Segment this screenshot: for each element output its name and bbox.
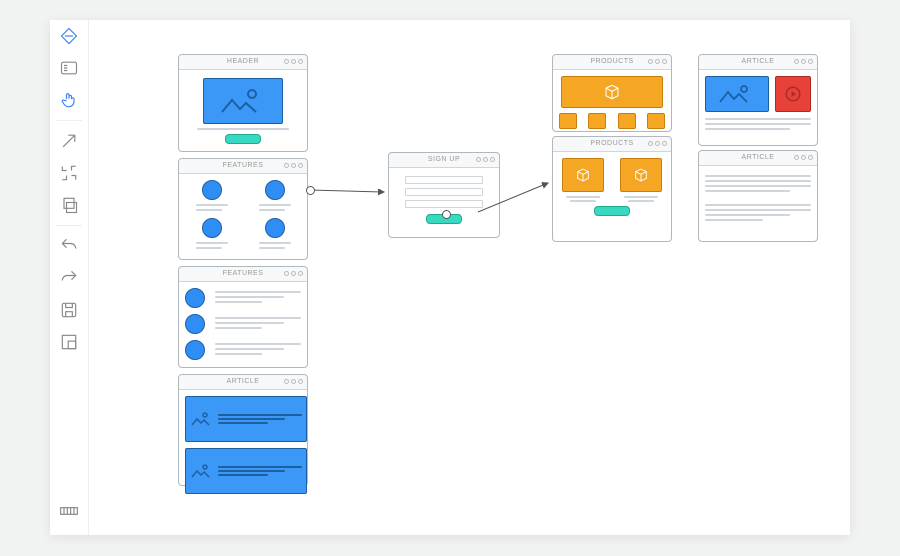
cta-button <box>594 206 630 216</box>
play-icon <box>784 85 802 103</box>
cta-button <box>225 134 261 144</box>
panel-header[interactable]: HEADER <box>178 54 308 152</box>
feature-icon <box>185 340 205 360</box>
product-card <box>620 158 662 192</box>
image-placeholder <box>705 76 769 112</box>
save-icon[interactable] <box>50 294 88 326</box>
form-input <box>405 188 483 196</box>
feature-icon <box>202 180 222 200</box>
canvas[interactable]: HEADER FEATURES <box>88 20 850 535</box>
feature-icon <box>202 218 222 238</box>
panel-title: PRODUCTS <box>590 58 633 65</box>
form-input <box>405 176 483 184</box>
panel-article-cards[interactable]: ARTICLE <box>178 374 308 486</box>
article-card <box>185 448 307 494</box>
panel-title: ARTICLE <box>227 378 260 385</box>
video-placeholder <box>775 76 811 112</box>
feature-icon <box>265 180 285 200</box>
panel-products-top[interactable]: PRODUCTS <box>552 54 672 132</box>
connector-handle[interactable] <box>306 186 315 195</box>
hand-pointer-icon[interactable] <box>50 84 88 116</box>
product-thumb <box>559 113 577 129</box>
artboard-icon[interactable] <box>50 326 88 358</box>
product-thumb <box>647 113 665 129</box>
product-card <box>562 158 604 192</box>
panel-title: ARTICLE <box>742 154 775 161</box>
redo-icon[interactable] <box>50 262 88 294</box>
panel-title: FEATURES <box>223 162 264 169</box>
panel-article-right-top[interactable]: ARTICLE <box>698 54 818 146</box>
undo-icon[interactable] <box>50 230 88 262</box>
panel-title: PRODUCTS <box>590 140 633 147</box>
toolbar <box>50 20 89 535</box>
arrow-cursor-icon[interactable] <box>50 125 88 157</box>
app-window: HEADER FEATURES <box>50 20 850 535</box>
feature-icon <box>185 314 205 334</box>
connector-handle[interactable] <box>442 210 451 219</box>
panel-signup[interactable]: SIGN UP <box>388 152 500 238</box>
product-thumb <box>588 113 606 129</box>
image-icon <box>190 462 212 480</box>
list-icon[interactable] <box>50 52 88 84</box>
panel-article-right-bottom[interactable]: ARTICLE <box>698 150 818 242</box>
product-thumb <box>618 113 636 129</box>
panel-features-list[interactable]: FEATURES <box>178 266 308 368</box>
panel-title: ARTICLE <box>742 58 775 65</box>
feature-icon <box>265 218 285 238</box>
panel-features-grid[interactable]: FEATURES <box>178 158 308 260</box>
page-flow-column: HEADER FEATURES <box>178 54 308 492</box>
image-placeholder <box>203 78 283 124</box>
feature-icon <box>185 288 205 308</box>
panel-title: SIGN UP <box>428 156 460 163</box>
panel-title: HEADER <box>227 58 259 65</box>
panel-products-bottom[interactable]: PRODUCTS <box>552 136 672 242</box>
form-input <box>405 200 483 208</box>
panel-title: FEATURES <box>223 270 264 277</box>
layers-icon[interactable] <box>50 189 88 221</box>
dimensions-icon[interactable] <box>50 495 88 527</box>
crop-icon[interactable] <box>50 157 88 189</box>
product-hero <box>561 76 663 108</box>
image-icon <box>190 410 212 428</box>
diamond-icon[interactable] <box>50 20 88 52</box>
article-card <box>185 396 307 442</box>
